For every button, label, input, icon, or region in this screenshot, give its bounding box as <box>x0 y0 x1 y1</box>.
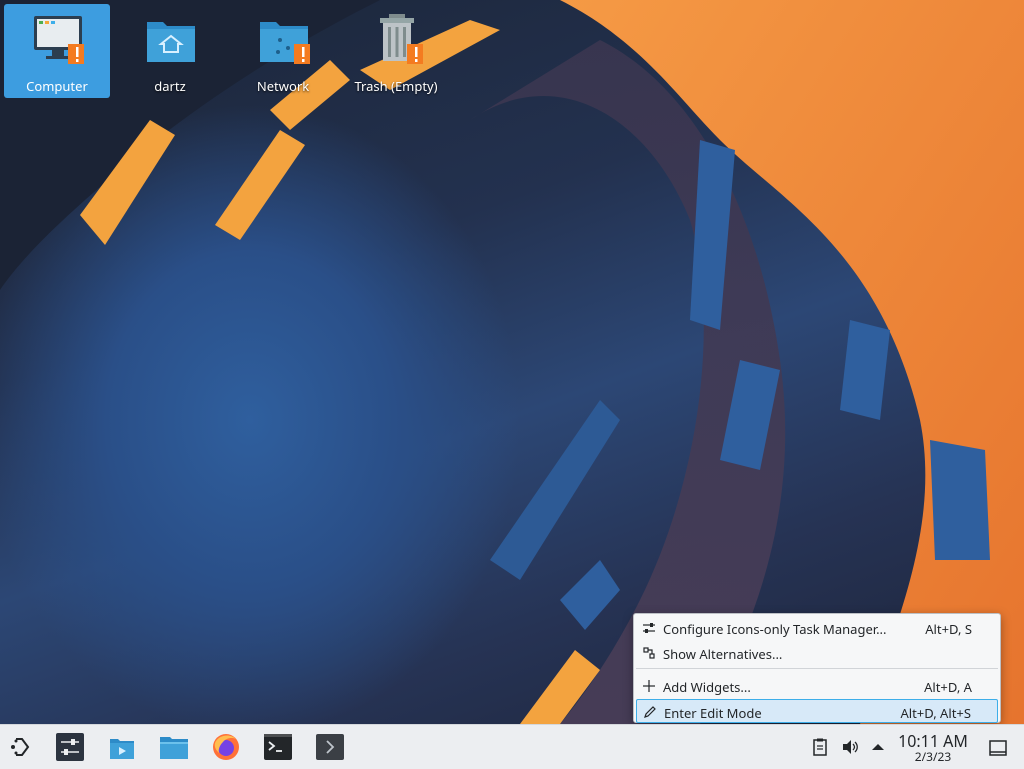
desktop-icon-network[interactable]: Network <box>230 4 336 98</box>
menu-item-shortcut: Alt+D, A <box>924 678 972 696</box>
menu-item-enter-edit-mode[interactable]: Enter Edit Mode Alt+D, Alt+S <box>636 699 998 723</box>
computer-icon <box>34 16 84 64</box>
konsole-icon[interactable] <box>262 731 294 763</box>
application-launcher-icon[interactable] <box>6 731 38 763</box>
menu-separator <box>636 668 998 669</box>
menu-item-label: Enter Edit Mode <box>664 704 762 722</box>
plus-icon <box>643 680 655 692</box>
discover-icon[interactable] <box>106 731 138 763</box>
menu-item-shortcut: Alt+D, Alt+S <box>900 704 971 722</box>
home-folder-icon <box>147 22 195 62</box>
tray-expand-icon[interactable] <box>868 737 888 757</box>
desktop-icon-trash[interactable]: Trash (Empty) <box>343 4 449 98</box>
menu-item-show-alternatives[interactable]: Show Alternatives... <box>636 641 998 665</box>
menu-item-shortcut: Alt+D, S <box>925 620 972 638</box>
taskbar[interactable]: 10:11 AM 2/3/23 <box>0 724 1024 769</box>
desktop-icon-label: Computer <box>26 77 88 95</box>
menu-item-configure-task-manager[interactable]: Configure Icons-only Task Manager... Alt… <box>636 616 998 640</box>
desktop-icon-label: dartz <box>154 77 186 95</box>
menu-item-add-widgets[interactable]: Add Widgets... Alt+D, A <box>636 674 998 698</box>
volume-icon[interactable] <box>840 737 860 757</box>
menu-item-label: Add Widgets... <box>663 678 751 696</box>
context-menu: Configure Icons-only Task Manager... Alt… <box>633 613 1001 723</box>
clipboard-icon[interactable] <box>810 737 830 757</box>
desktop-icon-label: Network <box>256 77 310 95</box>
show-desktop-icon[interactable] <box>988 738 1008 758</box>
network-folder-icon <box>260 22 310 64</box>
desktop-icon-dartz[interactable]: dartz <box>117 4 223 98</box>
desktop-icon-computer[interactable]: Computer <box>4 4 110 98</box>
desktop-icon-label: Trash (Empty) <box>354 77 438 95</box>
terminal-window-icon[interactable] <box>314 731 346 763</box>
dolphin-icon[interactable] <box>158 731 190 763</box>
trash-icon <box>380 14 423 64</box>
configure-icon <box>643 623 655 633</box>
digital-clock[interactable]: 10:11 AM 2/3/23 <box>892 732 974 764</box>
system-settings-icon[interactable] <box>54 731 86 763</box>
firefox-icon[interactable] <box>210 731 242 763</box>
alternatives-icon <box>643 647 655 659</box>
menu-item-label: Configure Icons-only Task Manager... <box>663 620 887 638</box>
clock-date: 2/3/23 <box>914 748 952 765</box>
desktop[interactable]: Computer dartz Network Trash (Empty) Con… <box>0 0 1024 724</box>
pencil-icon <box>644 706 656 718</box>
menu-item-label: Show Alternatives... <box>663 645 783 663</box>
